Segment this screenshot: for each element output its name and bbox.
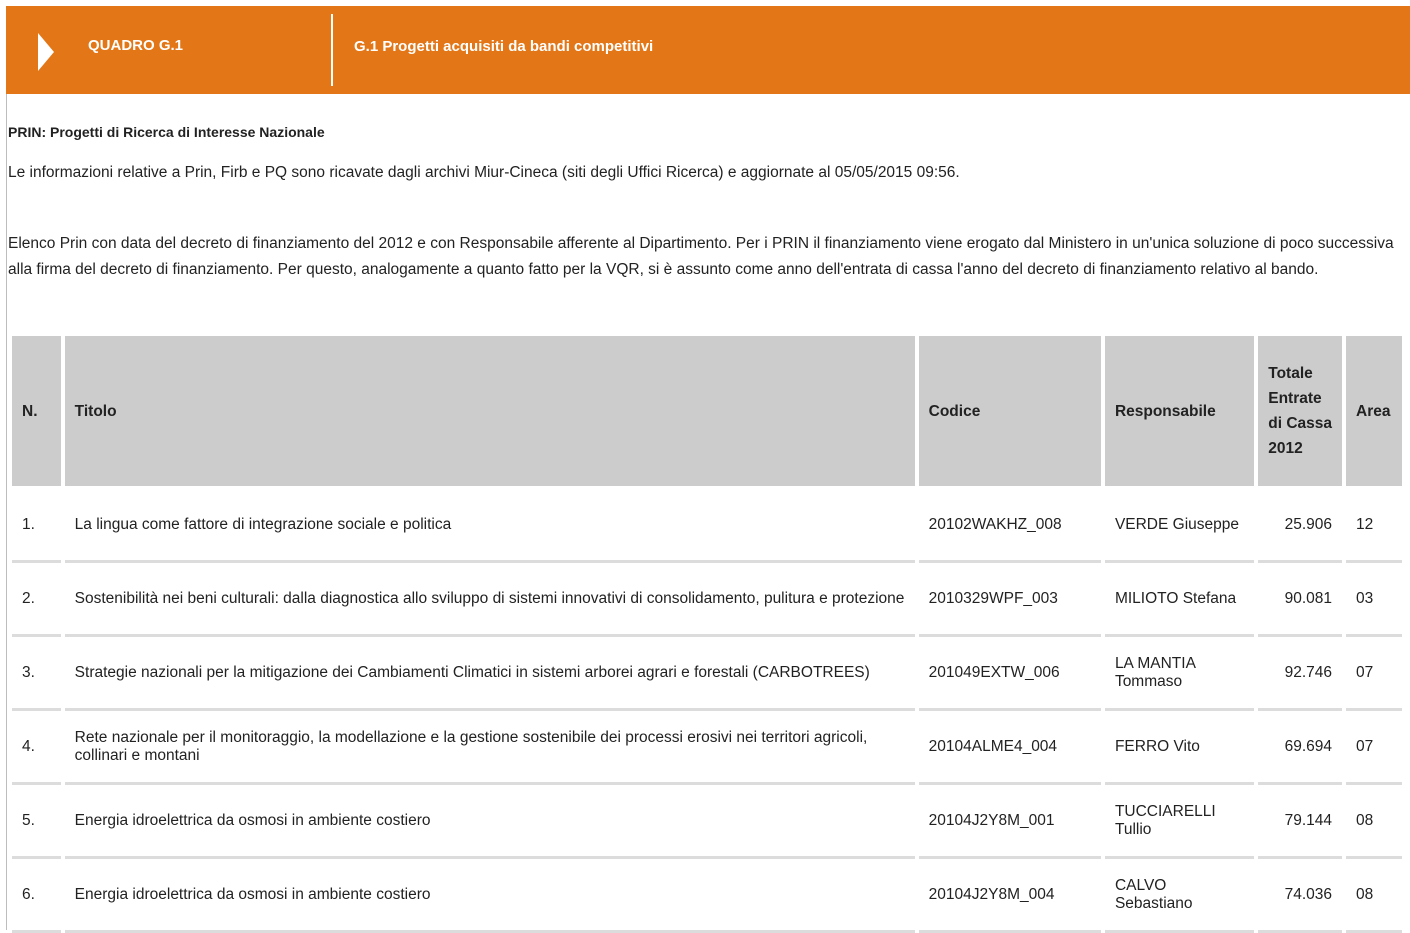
table-row: 6. Energia idroelettrica da osmosi in am… (12, 859, 1402, 933)
info-text: Le informazioni relative a Prin, Firb e … (8, 164, 960, 181)
quadro-title: G.1 Progetti acquisiti da bandi competit… (354, 38, 654, 55)
cell-codice: 20104ALME4_004 (918, 711, 1101, 785)
cell-responsabile: LA MANTIA Tommaso (1104, 637, 1255, 711)
cell-titolo: Rete nazionale per il monitoraggio, la m… (64, 711, 915, 785)
quadro-code: QUADRO G.1 (88, 37, 184, 54)
cell-responsabile: MILIOTO Stefana (1104, 563, 1255, 637)
cell-n: 5. (12, 785, 61, 859)
cell-area: 12 (1346, 489, 1402, 563)
arrow-right-icon[interactable] (38, 33, 54, 71)
cell-n: 1. (12, 489, 61, 563)
cell-area: 07 (1346, 711, 1402, 785)
cell-n: 3. (12, 637, 61, 711)
cell-titolo: Strategie nazionali per la mitigazione d… (64, 637, 915, 711)
page-left-border (6, 94, 7, 930)
cell-codice: 20102WAKHZ_008 (918, 489, 1101, 563)
cell-responsabile: CALVO Sebastiano (1104, 859, 1255, 933)
cell-n: 4. (12, 711, 61, 785)
quadro-header: QUADRO G.1 G.1 Progetti acquisiti da ban… (6, 6, 1410, 94)
cell-area: 08 (1346, 859, 1402, 933)
cell-codice: 20104J2Y8M_004 (918, 859, 1101, 933)
cell-area: 08 (1346, 785, 1402, 859)
table-row: 2. Sostenibilità nei beni culturali: dal… (12, 563, 1402, 637)
table-row: 3. Strategie nazionali per la mitigazion… (12, 637, 1402, 711)
cell-totale: 74.036 (1258, 859, 1342, 933)
header-responsabile: Responsabile (1104, 336, 1255, 489)
cell-responsabile: TUCCIARELLI Tullio (1104, 785, 1255, 859)
header-n: N. (12, 336, 61, 489)
prin-table: N. Titolo Codice Responsabile Totale Ent… (8, 336, 1406, 933)
table-header-row: N. Titolo Codice Responsabile Totale Ent… (12, 336, 1402, 489)
cell-titolo: Energia idroelettrica da osmosi in ambie… (64, 859, 915, 933)
description-text: Elenco Prin con data del decreto di fina… (8, 235, 1394, 278)
table-row: 5. Energia idroelettrica da osmosi in am… (12, 785, 1402, 859)
cell-totale: 69.694 (1258, 711, 1342, 785)
cell-totale: 92.746 (1258, 637, 1342, 711)
cell-codice: 20104J2Y8M_001 (918, 785, 1101, 859)
header-totale: Totale Entrate di Cassa 2012 (1258, 336, 1342, 489)
table-row: 4. Rete nazionale per il monitoraggio, l… (12, 711, 1402, 785)
header-titolo: Titolo (64, 336, 915, 489)
cell-totale: 79.144 (1258, 785, 1342, 859)
cell-n: 6. (12, 859, 61, 933)
cell-titolo: Sostenibilità nei beni culturali: dalla … (64, 563, 915, 637)
cell-titolo: La lingua come fattore di integrazione s… (64, 489, 915, 563)
cell-titolo: Energia idroelettrica da osmosi in ambie… (64, 785, 915, 859)
cell-totale: 25.906 (1258, 489, 1342, 563)
header-divider (331, 14, 333, 86)
header-area: Area (1346, 336, 1402, 489)
cell-area: 07 (1346, 637, 1402, 711)
cell-totale: 90.081 (1258, 563, 1342, 637)
header-codice: Codice (918, 336, 1101, 489)
cell-codice: 201049EXTW_006 (918, 637, 1101, 711)
cell-codice: 2010329WPF_003 (918, 563, 1101, 637)
cell-n: 2. (12, 563, 61, 637)
cell-responsabile: FERRO Vito (1104, 711, 1255, 785)
cell-area: 03 (1346, 563, 1402, 637)
table-row: 1. La lingua come fattore di integrazion… (12, 489, 1402, 563)
cell-responsabile: VERDE Giuseppe (1104, 489, 1255, 563)
section-title: PRIN: Progetti di Ricerca di Interesse N… (8, 124, 325, 140)
